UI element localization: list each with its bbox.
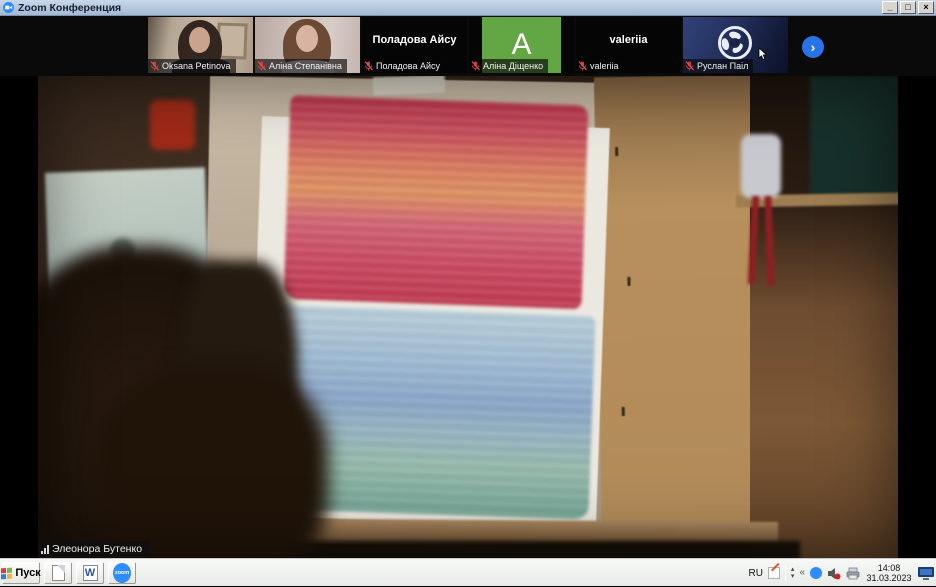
windows-logo-icon [1, 567, 13, 579]
participant-name-label: Oksana Petinova [148, 59, 236, 73]
muted-mic-icon [471, 61, 480, 71]
participant-display-name: Поладова Айсу [372, 34, 457, 46]
participant-name-label: Аліна Діщенко [469, 59, 549, 73]
participant-name-label: Руслан Паіл [683, 59, 754, 73]
participant-tile-ruslan[interactable]: Руслан Паіл [683, 17, 788, 73]
participant-name-text: Аліна Діщенко [483, 61, 544, 71]
participant-name-text: Oksana Petinova [162, 61, 231, 71]
minimize-button[interactable]: _ [882, 1, 898, 14]
participant-name-label: Поладова Айсу [362, 59, 446, 73]
zoom-tray-icon[interactable] [810, 567, 822, 579]
display-settings-icon[interactable] [918, 566, 934, 580]
language-bar-options-icon[interactable]: ▴ ▾ [791, 566, 795, 580]
tray-date: 31.03.2023 [866, 573, 912, 583]
muted-mic-icon [578, 61, 587, 71]
speaker-name-label: Элеонора Бутенко [38, 541, 150, 557]
document-icon [51, 565, 65, 581]
taskbar: Пуск W zoom RU ▴ ▾ « 14:08 31.03.2023 [0, 558, 936, 586]
restore-button[interactable]: □ [900, 1, 916, 14]
avatar-letter: A [511, 28, 532, 61]
hidden-icons-chevron[interactable]: « [799, 568, 805, 578]
window-title: Zoom Конференция [18, 1, 122, 14]
language-pen-icon[interactable] [767, 567, 780, 579]
tray-divider [784, 565, 786, 581]
muted-mic-icon [364, 61, 373, 71]
participant-display-name: valeriia [609, 34, 648, 46]
start-button-label: Пуск [15, 567, 41, 579]
tray-time: 14:08 [877, 563, 901, 573]
language-indicator[interactable]: RU [748, 568, 762, 579]
participant-tile-oksana[interactable]: Oksana Petinova [148, 17, 253, 73]
participant-name-label: valeriia [576, 59, 624, 73]
taskbar-zoom-button[interactable]: zoom [108, 562, 136, 584]
muted-mic-icon [150, 61, 159, 71]
participant-name-text: valeriia [590, 61, 619, 71]
muted-mic-icon [257, 61, 266, 71]
tray-clock[interactable]: 14:08 31.03.2023 [865, 563, 913, 583]
mouse-cursor [758, 47, 768, 61]
window-controls: _ □ × [882, 1, 934, 14]
participant-name-text: Руслан Паіл [697, 61, 749, 71]
participant-tile-alina-s[interactable]: Аліна Степанівна [255, 17, 360, 73]
participant-tile-alina-d[interactable]: A Аліна Діщенко [469, 17, 574, 73]
obs-logo-icon [718, 26, 752, 60]
printer-icon[interactable] [846, 567, 860, 580]
taskbar-document-button[interactable] [44, 562, 72, 584]
speaker-name-text: Элеонора Бутенко [52, 543, 143, 555]
participant-tile-poladova[interactable]: Поладова Айсу Поладова Айсу [362, 17, 467, 73]
close-button[interactable]: × [918, 1, 934, 14]
main-video-feed[interactable] [38, 76, 898, 558]
muted-mic-icon [685, 61, 694, 71]
zoom-app-icon [3, 2, 14, 13]
zoom-icon: zoom [113, 563, 131, 583]
participant-name-text: Аліна Степанівна [269, 61, 342, 71]
word-icon: W [82, 565, 98, 581]
participant-tile-valeriia[interactable]: valeriia valeriia [576, 17, 681, 73]
window-titlebar[interactable]: Zoom Конференция _ □ × [0, 0, 936, 16]
next-participants-button[interactable]: › [802, 36, 824, 58]
connection-signal-icon [41, 544, 49, 554]
start-button[interactable]: Пуск [1, 562, 41, 584]
volume-muted-icon[interactable] [827, 567, 841, 580]
participant-name-label: Аліна Степанівна [255, 59, 347, 73]
participant-name-text: Поладова Айсу [376, 61, 441, 71]
participants-strip: Oksana Petinova Аліна Степанівна Поладов… [0, 16, 936, 76]
taskbar-word-button[interactable]: W [76, 562, 104, 584]
system-tray: RU ▴ ▾ « 14:08 31.03.2023 [748, 559, 934, 587]
